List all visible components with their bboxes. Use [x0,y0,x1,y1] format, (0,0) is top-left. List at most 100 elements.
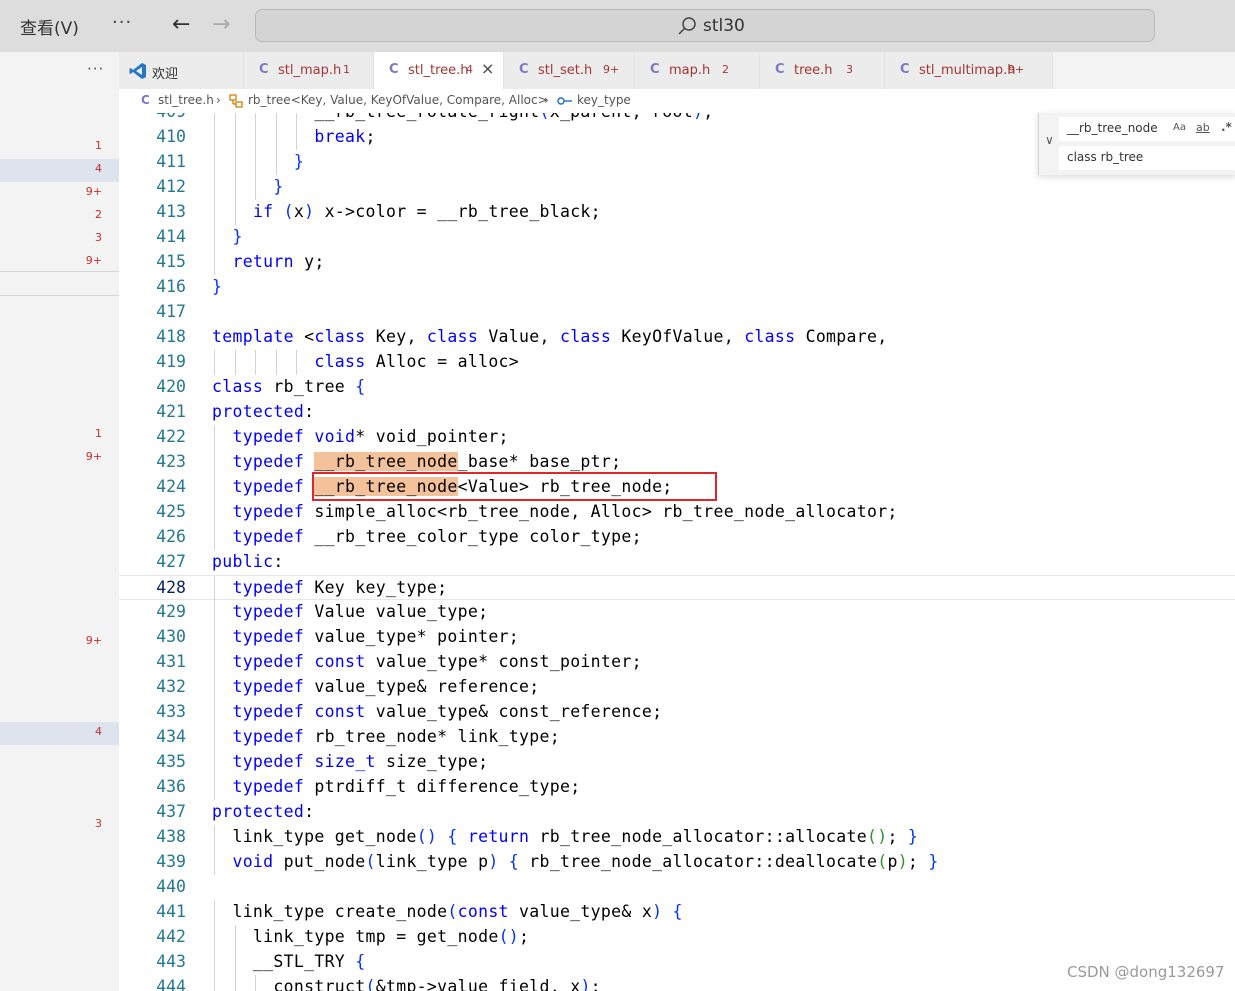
replace-input[interactable]: class rb_tree [1059,146,1235,170]
line-number: 415 [156,252,186,271]
forward-arrow-icon[interactable]: → [212,12,230,37]
problem-count-row[interactable]: 3 [0,814,119,837]
line-number: 414 [156,227,186,246]
problem-count: 3 [95,817,102,830]
code-text: typedef ptrdiff_t difference_type; [232,777,581,796]
breadcrumb-class[interactable]: rb_tree<Key, Value, KeyOfValue, Compare,… [248,93,548,107]
code-line[interactable]: 412 } [119,175,1235,200]
field-icon [557,97,572,105]
divider [0,295,119,296]
code-line[interactable]: 425 typedef simple_alloc<rb_tree_node, A… [119,500,1235,525]
code-text: if (x) x->color = __rb_tree_black; [252,202,601,221]
tab-label: stl_multimap.h [919,63,1016,78]
line-number: 442 [156,927,186,946]
code-line[interactable]: 438 link_type get_node() { return rb_tre… [119,825,1235,850]
command-center-search[interactable]: stl30 [255,9,1155,42]
code-line[interactable]: 422 typedef void* void_pointer; [119,425,1235,450]
code-line[interactable]: 418 template <class Key, class Value, cla… [119,325,1235,350]
code-editor[interactable]: 409 __rb_tree_rotate_right(x_parent, roo… [119,113,1235,991]
code-line[interactable]: 432 typedef value_type& reference; [119,675,1235,700]
problem-count-row[interactable]: 4 [0,159,119,182]
back-arrow-icon[interactable]: ← [172,12,190,37]
code-text: __STL_TRY { [212,952,366,971]
line-number: 438 [156,827,186,846]
problem-badge: 9+ [603,63,620,76]
code-line[interactable]: 426 typedef __rb_tree_color_type color_t… [119,525,1235,550]
code-text: typedef Value value_type; [232,602,489,621]
problem-count-row[interactable]: 1 [0,424,119,447]
whole-word-icon[interactable]: ab [1196,121,1210,134]
line-number: 410 [156,127,186,146]
line-number: 421 [156,402,186,421]
code-line[interactable]: 415 return y; [119,250,1235,275]
line-number: 417 [156,302,186,321]
tab-tree-h[interactable]: C tree.h 3 [760,52,885,89]
code-line[interactable]: 442 link_type tmp = get_node(); [119,925,1235,950]
code-line[interactable]: 413 if (x) x->color = __rb_tree_black; [119,200,1235,225]
line-number: 432 [156,677,186,696]
c-file-icon: C [141,93,150,107]
code-text: class rb_tree { [212,377,366,396]
tab-stl-map-h[interactable]: C stl_map.h 1 [244,52,374,89]
more-menu-icon[interactable]: ··· [112,12,132,33]
problem-badge: 3 [846,63,853,76]
code-line[interactable]: 439 void put_node(link_type p) { rb_tree… [119,850,1235,875]
c-file-icon: C [389,62,399,77]
code-text: class Alloc = alloc> [314,352,520,371]
tab-map-h[interactable]: C map.h 2 [635,52,760,89]
code-line[interactable]: 440 [119,875,1235,900]
line-number: 424 [156,477,186,496]
tab-stl-tree-h[interactable]: C stl_tree.h 4 × [374,52,504,89]
line-number: 439 [156,852,186,871]
problem-count-row[interactable]: 1 [0,136,119,159]
tab-stl-set-h[interactable]: C stl_set.h 9+ [504,52,635,89]
problem-badge: 4 [466,63,473,76]
problem-count-row[interactable]: 3 [0,228,119,251]
code-line[interactable]: 416} [119,275,1235,300]
code-line[interactable]: 421 protected: [119,400,1235,425]
problem-count-row[interactable]: 9+ [0,631,119,654]
code-line[interactable]: 436 typedef ptrdiff_t difference_type; [119,775,1235,800]
code-line[interactable]: 419 class Alloc = alloc> [119,350,1235,375]
code-text: } [293,152,305,171]
code-line[interactable]: 431 typedef const value_type* const_poin… [119,650,1235,675]
find-input[interactable]: __rb_tree_node Aa ab .* [1059,117,1235,141]
code-line[interactable]: 434 typedef rb_tree_node* link_type; [119,725,1235,750]
regex-icon[interactable]: .* [1221,120,1232,134]
problem-count-row[interactable]: 9+ [0,447,119,470]
code-line[interactable]: 417 [119,300,1235,325]
title-bar: 查看(V) ··· ← → stl30 [0,0,1235,52]
menu-view[interactable]: 查看(V) [20,14,79,39]
problem-count-row[interactable]: 4 [0,722,119,745]
line-number: 431 [156,652,186,671]
line-number: 427 [156,552,186,571]
code-line[interactable]: 427 public: [119,550,1235,575]
line-number: 441 [156,902,186,921]
tab-label: stl_tree.h [408,63,469,78]
explorer-more-icon[interactable]: ··· [87,60,104,78]
chevron-down-icon[interactable]: ∨ [1045,133,1054,147]
code-line[interactable]: 430 typedef value_type* pointer; [119,625,1235,650]
code-line[interactable]: 414 } [119,225,1235,250]
close-icon[interactable]: × [481,59,494,78]
breadcrumb-member[interactable]: key_type [577,93,631,107]
c-file-icon: C [900,62,910,77]
code-text: protected: [212,802,315,821]
code-line[interactable]: 437 protected: [119,800,1235,825]
problem-count-row[interactable]: 2 [0,205,119,228]
code-text: typedef size_t size_type; [232,752,489,771]
code-line[interactable]: 420 class rb_tree { [119,375,1235,400]
code-line[interactable]: 428 typedef Key key_type; [119,575,1235,601]
match-case-icon[interactable]: Aa [1173,122,1186,133]
breadcrumb-file[interactable]: stl_tree.h [158,93,214,107]
problem-count-row[interactable]: 9+ [0,182,119,205]
code-line[interactable]: 441 link_type create_node(const value_ty… [119,900,1235,925]
tab-stl-multimap-h[interactable]: C stl_multimap.h 9+ [885,52,1053,89]
code-line[interactable]: 429 typedef Value value_type; [119,600,1235,625]
problem-count: 4 [95,162,102,175]
code-line[interactable]: 433 typedef const value_type& const_refe… [119,700,1235,725]
highlight-box [312,472,717,501]
code-line[interactable]: 435 typedef size_t size_type; [119,750,1235,775]
code-text: link_type tmp = get_node(); [212,927,530,946]
tab-welcome[interactable]: 欢迎 [119,52,244,89]
